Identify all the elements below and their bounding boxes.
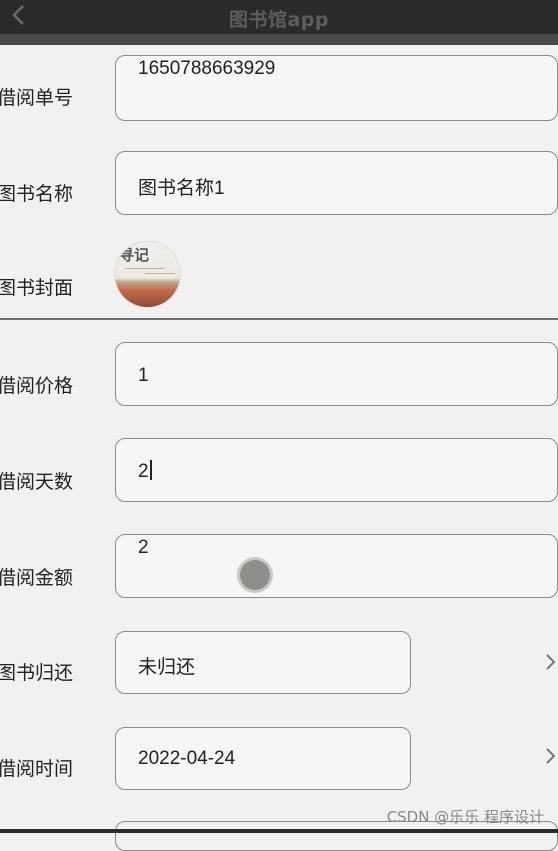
book-cover-label: 图书封面 <box>0 277 74 299</box>
borrow-price-field[interactable]: 1 <box>115 342 558 406</box>
borrow-days-field[interactable]: 2 <box>115 438 558 502</box>
borrow-days-value: 2 <box>138 461 149 482</box>
page-title: 图书馆app <box>228 9 330 31</box>
borrow-time-value: 2022-04-24 <box>138 748 236 769</box>
bottom-edge <box>0 829 558 833</box>
borrow-price-label: 借阅价格 <box>0 375 74 397</box>
touch-indicator <box>240 560 270 590</box>
borrow-no-label: 借阅单号 <box>0 87 74 109</box>
text-cursor <box>149 460 152 480</box>
chevron-right-icon[interactable] <box>543 652 557 672</box>
return-status-label: 图书归还 <box>0 662 74 684</box>
return-status-value: 未归还 <box>138 657 196 678</box>
book-name-label: 图书名称 <box>0 183 74 205</box>
book-name-field[interactable]: 图书名称1 <box>115 151 558 215</box>
book-cover-image[interactable]: 寻记 <box>115 242 180 307</box>
chevron-right-icon[interactable] <box>543 746 557 766</box>
cover-line <box>145 273 175 274</box>
borrow-amount-value: 2 <box>138 537 149 558</box>
borrow-amount-field[interactable]: 2 <box>115 534 558 598</box>
cover-title-text: 寻记 <box>119 246 150 264</box>
borrow-time-picker[interactable]: 2022-04-24 <box>115 727 411 790</box>
section-divider <box>0 318 558 320</box>
watermark: CSDN @乐乐 程序设计 <box>386 808 544 826</box>
borrow-price-value: 1 <box>138 365 149 386</box>
header-divider <box>0 34 558 45</box>
borrow-amount-label: 借阅金额 <box>0 567 74 589</box>
return-status-select[interactable]: 未归还 <box>115 631 411 694</box>
borrow-no-value: 1650788663929 <box>138 58 276 79</box>
borrow-no-field[interactable]: 1650788663929 <box>115 55 558 121</box>
book-name-value: 图书名称1 <box>138 178 225 199</box>
borrow-days-input: 2 <box>138 460 152 483</box>
borrow-time-label: 借阅时间 <box>0 758 74 780</box>
cover-line <box>125 268 165 269</box>
borrow-days-label: 借阅天数 <box>0 471 74 493</box>
title-bar: 图书馆app <box>0 0 558 34</box>
